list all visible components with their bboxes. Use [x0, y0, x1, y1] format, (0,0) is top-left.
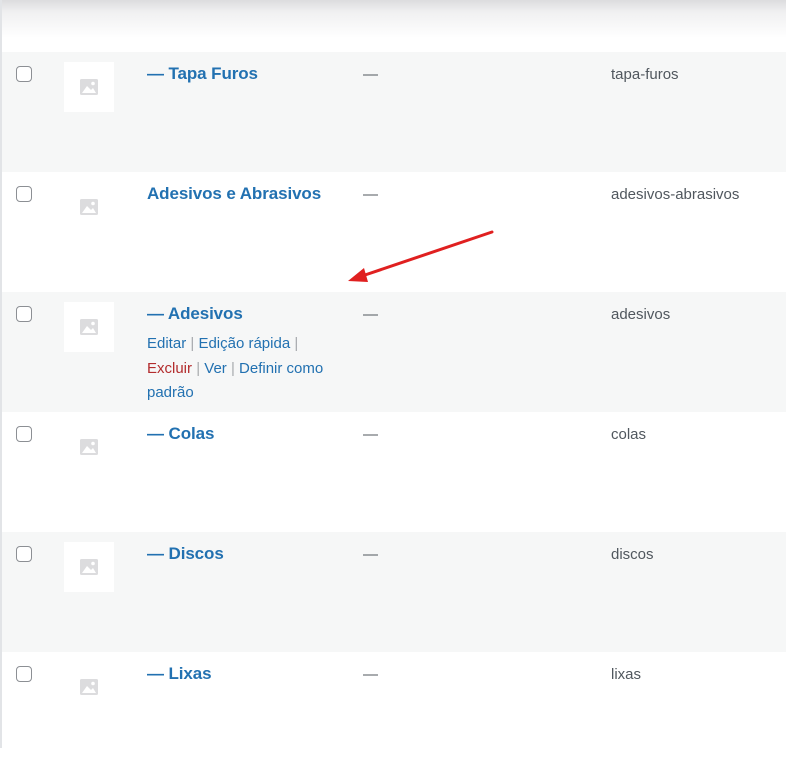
row-checkbox[interactable] [16, 426, 32, 442]
row-checkbox[interactable] [16, 186, 32, 202]
category-table: — Tapa Furos — tapa-furos Adesivos e Abr… [2, 52, 786, 772]
image-placeholder-icon [80, 319, 98, 335]
image-placeholder-icon [80, 199, 98, 215]
category-thumbnail [64, 542, 114, 592]
table-row: — Tapa Furos — tapa-furos [2, 52, 786, 172]
category-thumbnail [64, 302, 114, 352]
category-slug: tapa-furos [611, 66, 679, 83]
category-description: — [363, 546, 378, 563]
row-checkbox[interactable] [16, 546, 32, 562]
category-thumbnail [64, 62, 114, 112]
action-separator: | [230, 359, 235, 377]
category-name-link[interactable]: — Lixas [147, 664, 212, 683]
table-row: — Lixas — lixas [2, 652, 786, 772]
category-slug: adesivos [611, 306, 671, 323]
category-description: — [363, 426, 378, 443]
row-actions: Editar | Edição rápida | Excluir | Ver |… [147, 332, 347, 406]
image-placeholder-icon [80, 439, 98, 455]
header-shadow [0, 0, 786, 52]
category-slug: lixas [611, 666, 642, 683]
category-description: — [363, 666, 378, 683]
category-thumbnail [64, 662, 114, 712]
category-description: — [363, 66, 378, 83]
table-row: — Adesivos Editar | Edição rápida | Excl… [2, 292, 786, 412]
category-name-link[interactable]: Adesivos e Abrasivos [147, 184, 321, 203]
quick-edit-link[interactable]: Edição rápida [198, 335, 290, 352]
row-checkbox[interactable] [16, 66, 32, 82]
view-link[interactable]: Ver [204, 360, 227, 377]
action-separator: | [190, 335, 195, 352]
category-slug: discos [611, 546, 654, 563]
action-separator: | [294, 335, 299, 352]
category-thumbnail [64, 182, 114, 232]
row-checkbox[interactable] [16, 306, 32, 322]
row-checkbox[interactable] [16, 666, 32, 682]
image-placeholder-icon [80, 79, 98, 95]
table-row: — Colas — colas [2, 412, 786, 532]
table-row: Adesivos e Abrasivos — adesivos-abrasivo… [2, 172, 786, 292]
category-name-link[interactable]: — Colas [147, 424, 214, 443]
delete-link[interactable]: Excluir [147, 360, 192, 377]
category-description: — [363, 306, 378, 323]
edit-link[interactable]: Editar [147, 335, 186, 352]
category-name-link[interactable]: — Discos [147, 544, 224, 563]
image-placeholder-icon [80, 679, 98, 695]
table-row: — Discos — discos [2, 532, 786, 652]
category-name-link[interactable]: — Adesivos [147, 304, 243, 323]
image-placeholder-icon [80, 559, 98, 575]
category-slug: adesivos-abrasivos [611, 186, 740, 203]
category-description: — [363, 186, 378, 203]
category-thumbnail [64, 422, 114, 472]
category-slug: colas [611, 426, 647, 443]
category-name-link[interactable]: — Tapa Furos [147, 64, 258, 83]
action-separator: | [196, 359, 201, 377]
